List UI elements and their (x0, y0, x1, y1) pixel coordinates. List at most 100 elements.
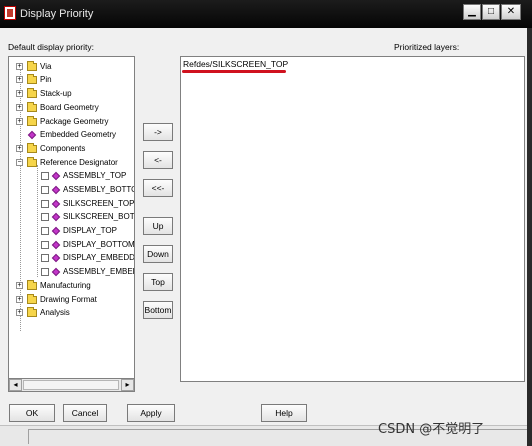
folder-icon (27, 116, 37, 126)
tree-item-package-geometry[interactable]: + Package Geometry (9, 115, 134, 128)
expand-icon[interactable]: + (16, 76, 23, 83)
layer-diamond-icon (27, 130, 37, 140)
collapse-icon[interactable]: − (16, 159, 23, 166)
layer-diamond-icon (51, 171, 61, 181)
tree-item-pin[interactable]: + Pin (9, 73, 134, 86)
prioritized-layers-label: Prioritized layers: (394, 42, 460, 52)
remove-all-button[interactable]: <<- (143, 179, 173, 197)
tree-child-item[interactable]: SILKSCREEN_TOP (9, 197, 135, 210)
scroll-right-icon[interactable]: ▸ (121, 379, 134, 391)
move-up-button[interactable]: Up (143, 217, 173, 235)
tree-item-label: ASSEMBLY_TOP (63, 171, 127, 180)
tree-item-label: Reference Designator (40, 158, 118, 167)
maximize-button[interactable]: □ (482, 4, 500, 20)
prioritized-layers-list[interactable]: Refdes/SILKSCREEN_TOP (180, 56, 525, 382)
add-layer-button[interactable]: -> (143, 123, 173, 141)
tree-item-via[interactable]: + Via (9, 60, 134, 73)
layer-diamond-icon (51, 226, 61, 236)
tree-item-board-geometry[interactable]: + Board Geometry (9, 101, 134, 114)
tree-item-analysis[interactable]: + Analysis (9, 306, 134, 319)
tree-item-label: Via (40, 62, 52, 71)
tree-item-label: Embedded Geometry (40, 130, 117, 139)
folder-icon (27, 143, 37, 153)
default-priority-tree[interactable]: + Via + Pin + Stack-up + Board Geometry … (8, 56, 135, 392)
tree-child-item[interactable]: DISPLAY_TOP (9, 224, 134, 237)
tree-item-label: SILKSCREEN_TOP (63, 199, 135, 208)
tree-item-label: Board Geometry (40, 103, 99, 112)
tree-item-drawing-format[interactable]: + Drawing Format (9, 293, 134, 306)
annotation-underline (182, 70, 286, 73)
visibility-checkbox[interactable] (41, 200, 49, 208)
tree-child-item[interactable]: SILKSCREEN_BOTTOM (9, 210, 134, 223)
expand-icon[interactable]: + (16, 118, 23, 125)
tree-child-item[interactable]: DISPLAY_EMBEDDED (9, 251, 135, 264)
app-icon (4, 6, 16, 20)
expand-icon[interactable]: + (16, 104, 23, 111)
tree-item-manufacturing[interactable]: + Manufacturing (9, 279, 134, 292)
window-title: Display Priority (20, 8, 94, 20)
expand-icon[interactable]: + (16, 282, 23, 289)
folder-icon (27, 294, 37, 304)
tree-item-label: Pin (40, 75, 52, 84)
tree-item-label: Drawing Format (40, 295, 97, 304)
folder-icon (27, 280, 37, 290)
visibility-checkbox[interactable] (41, 186, 49, 194)
folder-icon (27, 74, 37, 84)
move-top-button[interactable]: Top (143, 273, 173, 291)
tree-item-embedded-geometry[interactable]: Embedded Geometry (9, 128, 134, 141)
layer-diamond-icon (51, 185, 61, 195)
tree-item-label: Manufacturing (40, 281, 91, 290)
title-bar: Display Priority ▁ □ ✕ (0, 0, 532, 28)
remove-layer-button[interactable]: <- (143, 151, 173, 169)
tree-child-item[interactable]: DISPLAY_BOTTOM (9, 238, 135, 251)
visibility-checkbox[interactable] (41, 213, 49, 221)
visibility-checkbox[interactable] (41, 241, 49, 249)
ok-button[interactable]: OK (9, 404, 55, 422)
expand-icon[interactable]: + (16, 145, 23, 152)
tree-item-reference-designator[interactable]: − Reference Designator (9, 156, 134, 169)
folder-icon (27, 61, 37, 71)
minimize-button[interactable]: ▁ (463, 4, 481, 20)
tree-item-label: DISPLAY_EMBEDDED (63, 253, 135, 262)
tree-item-label: ASSEMBLY_BOTTOM (63, 185, 134, 194)
layer-diamond-icon (51, 253, 61, 263)
expand-icon[interactable]: + (16, 309, 23, 316)
default-priority-label: Default display priority: (8, 42, 94, 52)
scroll-left-icon[interactable]: ◂ (9, 379, 22, 391)
cancel-button[interactable]: Cancel (63, 404, 107, 422)
apply-button[interactable]: Apply (127, 404, 175, 422)
tree-item-label: Analysis (40, 308, 70, 317)
layer-diamond-icon (51, 199, 61, 209)
tree-horizontal-scrollbar[interactable]: ◂ ▸ (8, 378, 135, 392)
tree-child-item[interactable]: ASSEMBLY_BOTTOM (9, 183, 134, 196)
tree-item-label: Components (40, 144, 86, 153)
move-down-button[interactable]: Down (143, 245, 173, 263)
tree-item-label: DISPLAY_BOTTOM (63, 240, 135, 249)
tree-item-label: DISPLAY_TOP (63, 226, 117, 235)
watermark-text: CSDN @不觉明了 (378, 422, 485, 437)
display-priority-dialog: Display Priority ▁ □ ✕ Default display p… (0, 0, 532, 446)
folder-icon (27, 88, 37, 98)
tree-child-item[interactable]: ASSEMBLY_EMBEDDED (9, 265, 134, 278)
help-button[interactable]: Help (261, 404, 307, 422)
move-bottom-button[interactable]: Bottom (143, 301, 173, 319)
tree-item-label: ASSEMBLY_EMBEDDED (63, 267, 134, 276)
visibility-checkbox[interactable] (41, 254, 49, 262)
layer-diamond-icon (51, 267, 61, 277)
tree-item-stack-up[interactable]: + Stack-up (9, 87, 134, 100)
visibility-checkbox[interactable] (41, 172, 49, 180)
scroll-thumb[interactable] (23, 380, 119, 390)
visibility-checkbox[interactable] (41, 268, 49, 276)
layer-diamond-icon (51, 240, 61, 250)
tree-item-components[interactable]: + Components (9, 142, 134, 155)
tree-item-label: Package Geometry (40, 117, 109, 126)
expand-icon[interactable]: + (16, 296, 23, 303)
expand-icon[interactable]: + (16, 90, 23, 97)
tree-child-item[interactable]: ASSEMBLY_TOP (9, 169, 134, 182)
expand-icon[interactable]: + (16, 63, 23, 70)
close-button[interactable]: ✕ (501, 4, 521, 20)
folder-icon (27, 307, 37, 317)
list-item[interactable]: Refdes/SILKSCREEN_TOP (183, 59, 288, 69)
layer-diamond-icon (51, 212, 61, 222)
visibility-checkbox[interactable] (41, 227, 49, 235)
